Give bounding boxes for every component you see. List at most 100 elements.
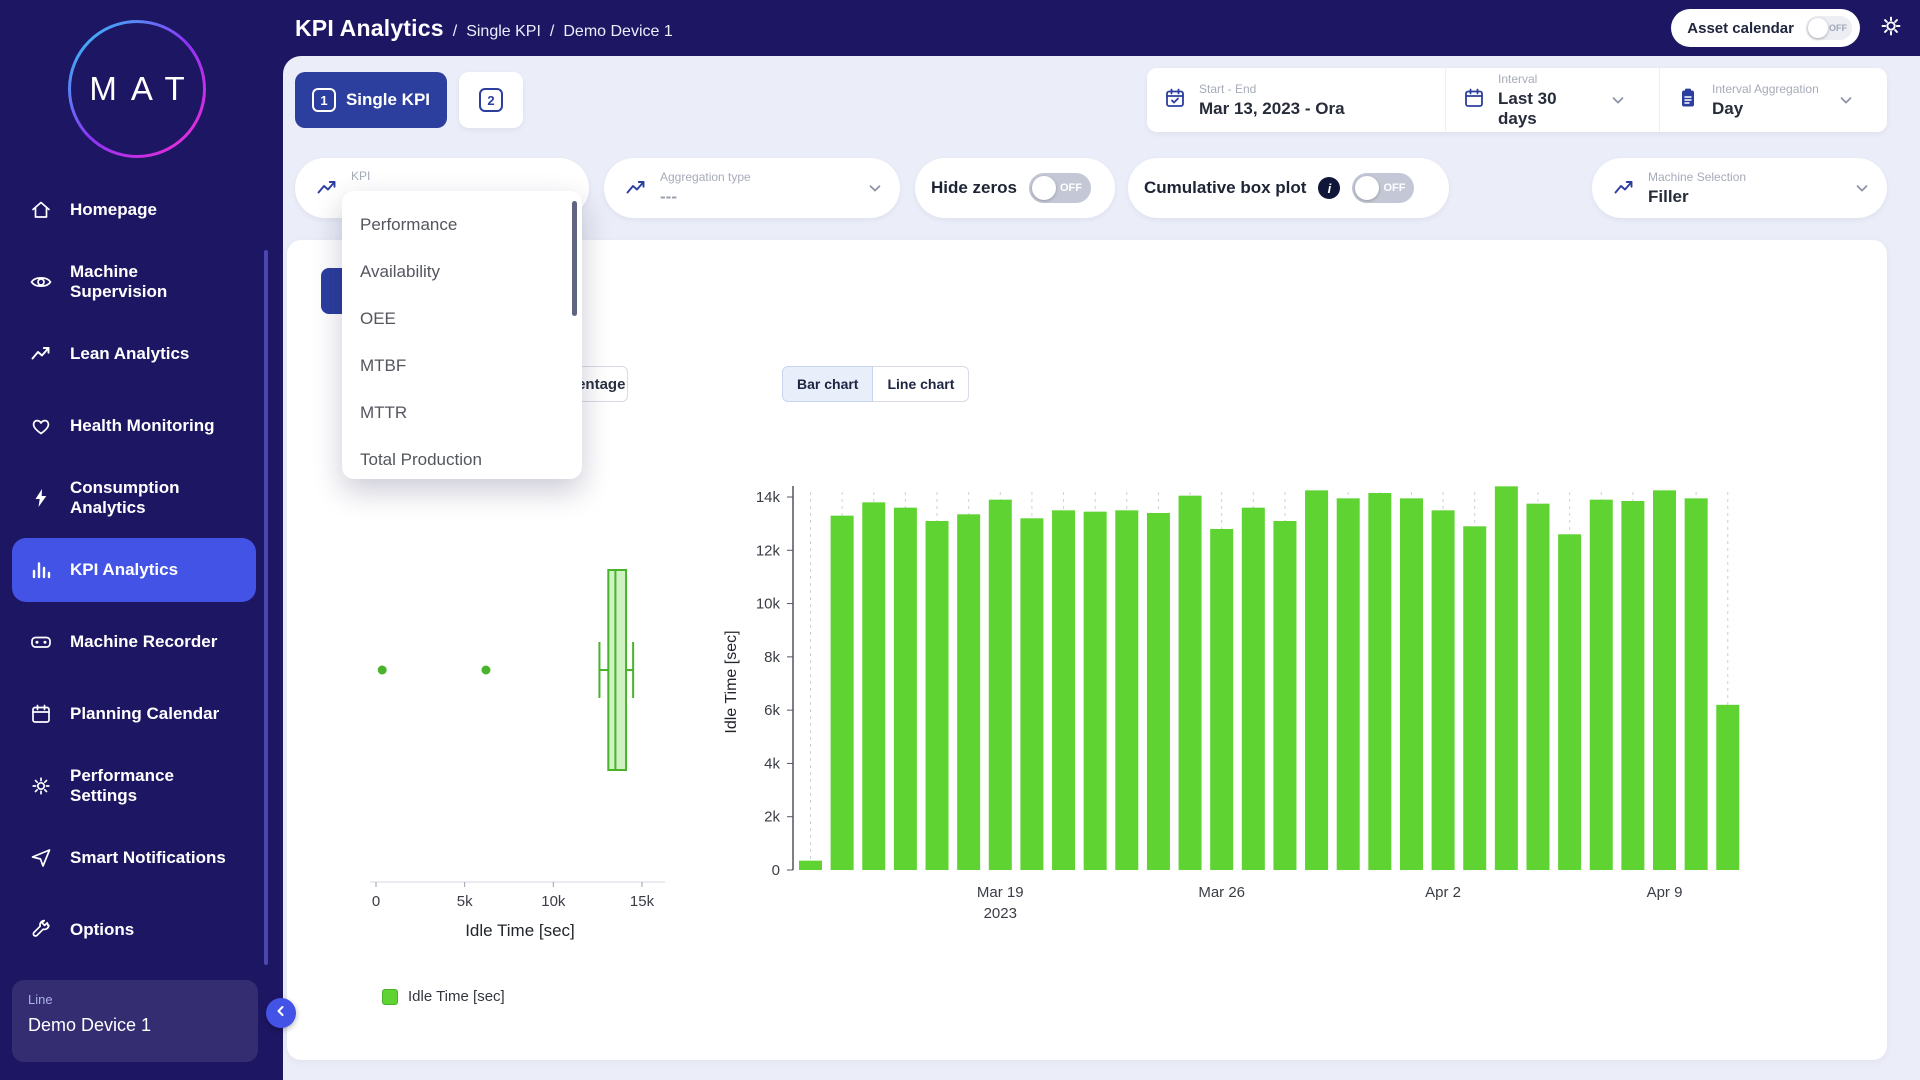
svg-text:10k: 10k [756, 596, 781, 613]
kpi-option-availability[interactable]: Availability [342, 248, 582, 295]
svg-text:8k: 8k [764, 649, 780, 666]
bar-chart-button[interactable]: Bar chart [782, 366, 873, 402]
machine-selection-select[interactable]: Machine Selection Filler [1592, 158, 1887, 218]
hide-zeros-control: Hide zeros OFF [915, 158, 1115, 218]
svg-text:0: 0 [772, 862, 780, 879]
boxplot-chart: 05k10k15kIdle Time [sec] [330, 470, 710, 970]
sidebar-item-machine-recorder[interactable]: Machine Recorder [12, 610, 256, 674]
send-icon [28, 846, 54, 870]
device-card-value: Demo Device 1 [28, 1015, 242, 1036]
svg-text:15k: 15k [630, 893, 655, 910]
chart-type-switch: Bar chart Line chart [782, 366, 969, 402]
machine-selection-label: Machine Selection [1648, 170, 1746, 184]
device-card-label: Line [28, 992, 242, 1007]
multi-kpi-tab[interactable]: 2 [459, 72, 523, 128]
sidebar-item-planning-calendar[interactable]: Planning Calendar [12, 682, 256, 746]
sidebar-item-smart-notifications[interactable]: Smart Notifications [12, 826, 256, 890]
breadcrumb-section[interactable]: Single KPI [466, 23, 541, 41]
svg-text:6k: 6k [764, 702, 780, 719]
interval-label: Interval [1498, 72, 1597, 86]
kpi-dropdown: Performance Availability OEE MTBF MTTR T… [342, 191, 582, 479]
chart-legend: Idle Time [sec] [382, 988, 505, 1005]
svg-text:14k: 14k [756, 489, 781, 506]
aggregation-type-select[interactable]: Aggregation type --- [604, 158, 900, 218]
kpi-option-total-production[interactable]: Total Production [342, 436, 582, 479]
wrench-icon [28, 918, 54, 942]
gear-icon [1878, 13, 1904, 44]
start-end-field[interactable]: Start - End Mar 13, 2023 - Ora [1147, 68, 1445, 132]
bolt-icon [28, 486, 54, 510]
aggregation-type-label: Aggregation type [660, 170, 751, 184]
sidebar-item-homepage[interactable]: Homepage [12, 178, 256, 242]
interval-value: Last 30 days [1498, 89, 1597, 129]
main-content: 1 Single KPI 2 Start - End Mar 13, 2023 … [283, 56, 1920, 1080]
calendar-icon [28, 702, 54, 726]
chevron-down-icon [1853, 179, 1887, 197]
sidebar-collapse-button[interactable] [266, 998, 296, 1028]
line-chart-button[interactable]: Line chart [873, 366, 969, 402]
toggle-knob [1808, 18, 1828, 38]
toggle-knob [1032, 176, 1056, 200]
svg-text:Mar 26: Mar 26 [1198, 884, 1245, 901]
hide-zeros-label: Hide zeros [931, 178, 1017, 198]
kpi-option-mtbf[interactable]: MTBF [342, 342, 582, 389]
sidebar-item-options[interactable]: Options [12, 898, 256, 962]
svg-text:Apr 9: Apr 9 [1647, 884, 1683, 901]
breadcrumb: KPI Analytics / Single KPI / Demo Device… [295, 15, 673, 42]
toggle-state-label: OFF [1383, 182, 1405, 194]
chevron-left-icon [274, 1004, 288, 1023]
sidebar-item-label: Machine Supervision [70, 262, 230, 303]
hide-zeros-toggle[interactable]: OFF [1029, 173, 1091, 203]
bar-chart: 02k4k6k8k10k12k14kIdle Time [sec]Mar 192… [720, 460, 1810, 970]
selected-device-card[interactable]: Line Demo Device 1 [12, 980, 258, 1062]
svg-text:4k: 4k [764, 755, 780, 772]
kpi-option-oee[interactable]: OEE [342, 295, 582, 342]
app-root: KPI Analytics / Single KPI / Demo Device… [0, 0, 1920, 1080]
trend-icon [28, 342, 54, 366]
sidebar-item-consumption-analytics[interactable]: Consumption Analytics [12, 466, 256, 530]
svg-text:Idle Time [sec]: Idle Time [sec] [465, 921, 575, 940]
cumulative-box-plot-toggle[interactable]: OFF [1352, 173, 1414, 203]
toggle-state-label: OFF [1829, 23, 1847, 33]
breadcrumb-separator: / [550, 23, 554, 41]
cumulative-box-plot-label: Cumulative box plot [1144, 178, 1306, 198]
settings-button[interactable] [1876, 13, 1906, 43]
single-kpi-tab[interactable]: 1 Single KPI [295, 72, 447, 128]
asset-calendar-toggle-pill[interactable]: Asset calendar OFF [1671, 9, 1860, 47]
sidebar-item-performance-settings[interactable]: Performance Settings [12, 754, 256, 818]
dropdown-scrollbar[interactable] [572, 201, 577, 316]
sidebar-item-label: Smart Notifications [70, 848, 226, 868]
sidebar-item-machine-supervision[interactable]: Machine Supervision [12, 250, 256, 314]
kpi-option-performance[interactable]: Performance [342, 201, 582, 248]
svg-text:5k: 5k [457, 893, 473, 910]
sidebar-scrollbar[interactable] [264, 250, 268, 965]
home-icon [28, 198, 54, 222]
sidebar-item-label: Planning Calendar [70, 704, 219, 724]
cumulative-box-plot-control: Cumulative box plot i OFF [1128, 158, 1449, 218]
sidebar-item-lean-analytics[interactable]: Lean Analytics [12, 322, 256, 386]
trend-icon [1592, 176, 1648, 200]
legend-swatch [382, 989, 398, 1005]
topbar-actions: Asset calendar OFF [1671, 0, 1906, 56]
breadcrumb-separator: / [453, 23, 457, 41]
asset-calendar-toggle[interactable]: OFF [1806, 16, 1852, 40]
trend-icon [604, 176, 660, 200]
sidebar-item-kpi-analytics[interactable]: KPI Analytics [12, 538, 256, 602]
eye-icon [28, 270, 54, 294]
asset-calendar-label: Asset calendar [1687, 20, 1794, 37]
sidebar-item-label: KPI Analytics [70, 560, 178, 580]
single-kpi-label: Single KPI [346, 90, 430, 110]
sidebar-item-label: Lean Analytics [70, 344, 189, 364]
multi-kpi-icon: 2 [479, 88, 503, 112]
date-range-card: Start - End Mar 13, 2023 - Ora Interval … [1147, 68, 1887, 132]
recorder-icon [28, 630, 54, 654]
info-icon[interactable]: i [1318, 177, 1340, 199]
breadcrumb-device[interactable]: Demo Device 1 [563, 23, 672, 41]
kpi-option-mttr[interactable]: MTTR [342, 389, 582, 436]
interval-select[interactable]: Interval Last 30 days [1445, 68, 1659, 132]
interval-aggregation-select[interactable]: Interval Aggregation Day [1659, 68, 1887, 132]
svg-text:12k: 12k [756, 542, 781, 559]
breadcrumb-root[interactable]: KPI Analytics [295, 15, 444, 42]
sidebar-item-health-monitoring[interactable]: Health Monitoring [12, 394, 256, 458]
svg-text:Mar 19: Mar 19 [977, 884, 1024, 901]
